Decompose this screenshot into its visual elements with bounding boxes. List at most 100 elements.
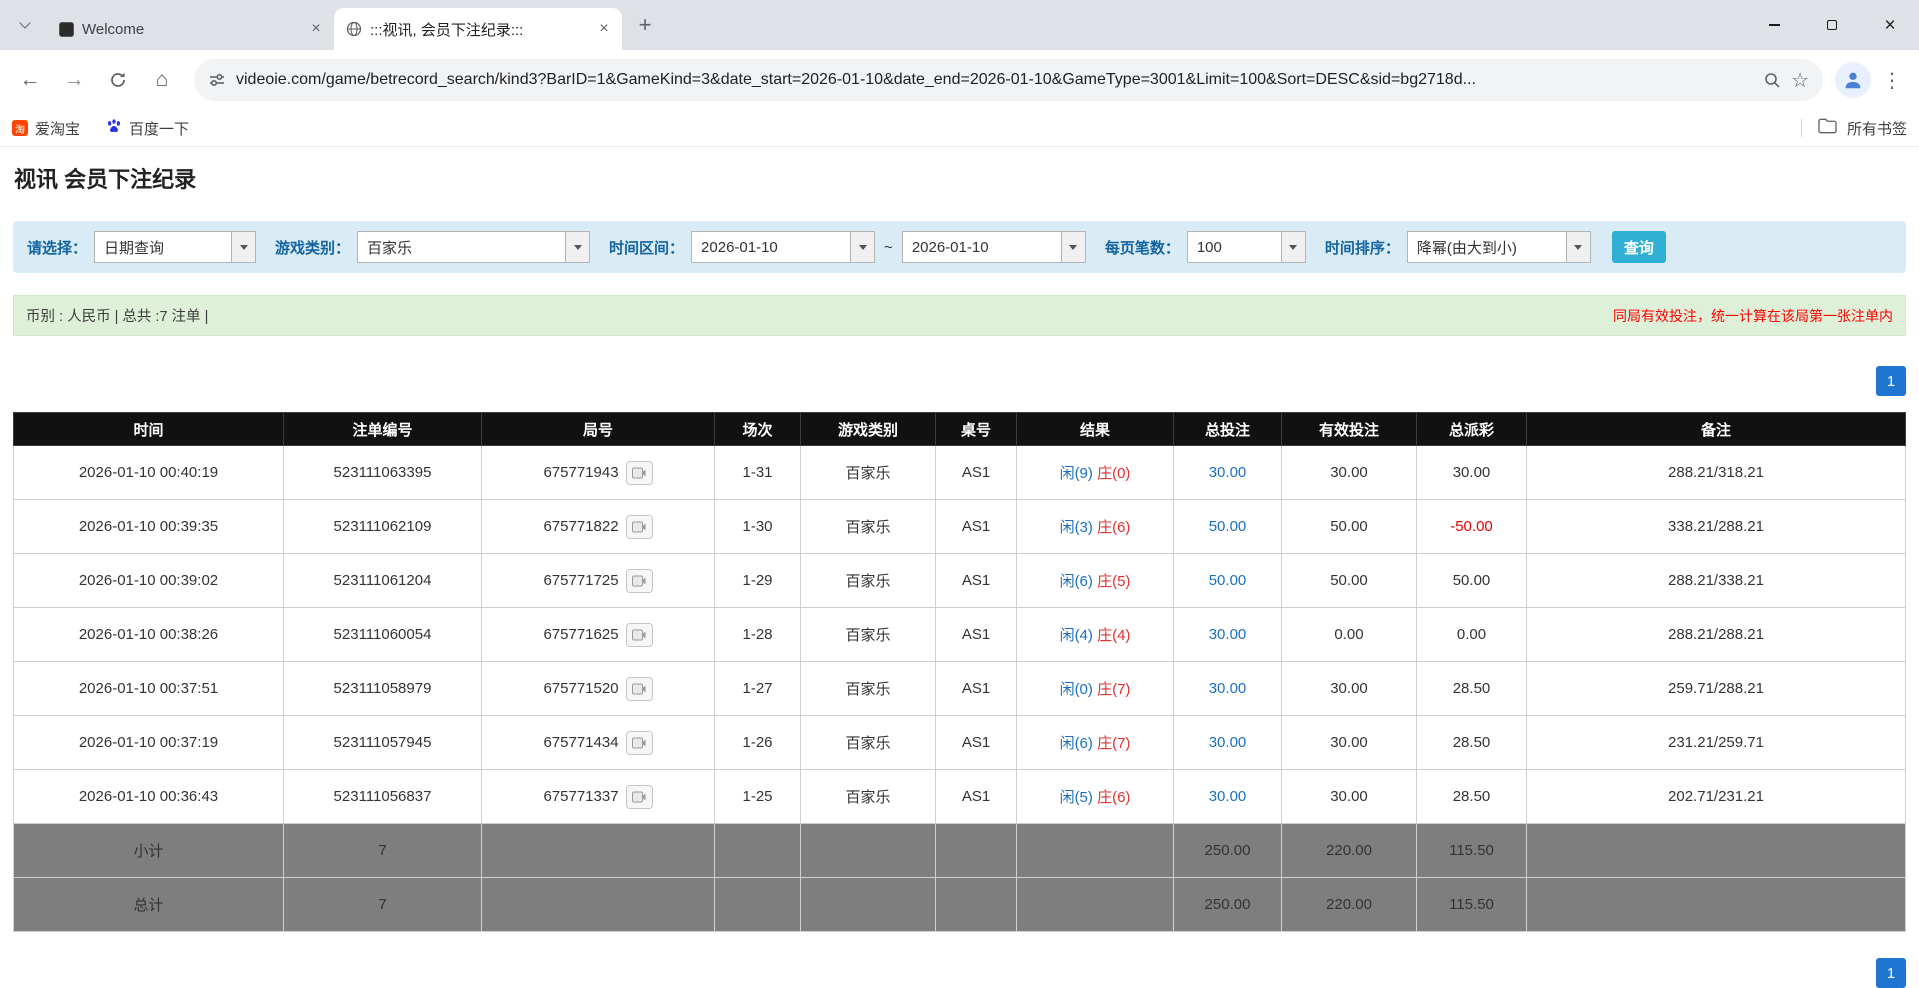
subtotal-count: 7 xyxy=(284,824,482,878)
dropdown-caret-button[interactable] xyxy=(231,232,255,262)
close-icon: × xyxy=(1884,16,1895,35)
page-1-button[interactable]: 1 xyxy=(1876,366,1906,396)
total-payout: 115.50 xyxy=(1417,878,1527,932)
dropdown-caret-button[interactable] xyxy=(1566,232,1590,262)
cell-total-bet[interactable]: 30.00 xyxy=(1174,608,1282,662)
site-settings-icon[interactable] xyxy=(208,71,226,89)
game-kind-label: 游戏类别： xyxy=(275,237,350,258)
replay-button[interactable] xyxy=(626,569,653,593)
page-1-button[interactable]: 1 xyxy=(1876,958,1906,988)
sort-dropdown[interactable]: 降幂(由大到小) xyxy=(1407,231,1591,263)
close-window-button[interactable]: × xyxy=(1861,0,1919,50)
dropdown-caret-button[interactable] xyxy=(565,232,589,262)
game-kind-dropdown[interactable]: 百家乐 xyxy=(357,231,590,263)
dropdown-caret-button[interactable] xyxy=(1061,232,1085,262)
film-icon xyxy=(632,629,646,641)
bookmark-star-icon[interactable]: ☆ xyxy=(1791,68,1809,93)
close-icon[interactable]: × xyxy=(306,19,326,39)
subtotal-label: 小计 xyxy=(14,824,284,878)
replay-button[interactable] xyxy=(626,623,653,647)
per-page-dropdown[interactable]: 100 xyxy=(1187,231,1306,263)
cell-note: 231.21/259.71 xyxy=(1527,716,1906,770)
total-valid-bet: 220.00 xyxy=(1282,878,1417,932)
film-icon xyxy=(632,575,646,587)
maximize-button[interactable] xyxy=(1803,0,1861,50)
caret-down-icon xyxy=(859,245,867,250)
cell-game: 百家乐 xyxy=(801,446,936,500)
cell-bet-id: 523111063395 xyxy=(284,446,482,500)
select-type-dropdown[interactable]: 日期查询 xyxy=(94,231,256,263)
tab-welcome[interactable]: Welcome × xyxy=(46,8,334,50)
home-button[interactable]: ⌂ xyxy=(142,60,182,100)
reload-icon xyxy=(108,70,128,90)
subtotal-row: 小计 7 250.00 220.00 115.50 xyxy=(14,824,1906,878)
col-header-valid-bet: 有效投注 xyxy=(1282,413,1417,446)
cell-session: 1-30 xyxy=(715,500,801,554)
date-start-input[interactable]: 2026-01-10 xyxy=(691,231,875,263)
caret-down-icon xyxy=(240,245,248,250)
address-bar[interactable]: videoie.com/game/betrecord_search/kind3?… xyxy=(194,59,1823,101)
search-button[interactable]: 查询 xyxy=(1612,231,1666,263)
replay-button[interactable] xyxy=(626,515,653,539)
empty-cell xyxy=(1527,824,1906,878)
tab-betrecord[interactable]: :::视讯, 会员下注纪录::: × xyxy=(334,8,622,50)
replay-button[interactable] xyxy=(626,785,653,809)
cell-session: 1-31 xyxy=(715,446,801,500)
cell-table: AS1 xyxy=(936,446,1017,500)
tab-search-button[interactable] xyxy=(8,8,42,42)
cell-result: 闲(5) 庄(6) xyxy=(1017,770,1174,824)
cell-total-bet[interactable]: 30.00 xyxy=(1174,716,1282,770)
subtotal-total-bet: 250.00 xyxy=(1174,824,1282,878)
cell-result: 闲(4) 庄(4) xyxy=(1017,608,1174,662)
dropdown-caret-button[interactable] xyxy=(850,232,874,262)
browser-menu-button[interactable]: ⋮ xyxy=(1875,63,1909,97)
cell-game: 百家乐 xyxy=(801,770,936,824)
bookmark-baidu[interactable]: 百度一下 xyxy=(106,118,189,139)
bookmark-aitaobao[interactable]: 淘 爱淘宝 xyxy=(12,118,80,139)
replay-button[interactable] xyxy=(626,461,653,485)
col-header-note: 备注 xyxy=(1527,413,1906,446)
close-icon[interactable]: × xyxy=(594,19,614,39)
zoom-icon[interactable] xyxy=(1763,71,1781,89)
cell-total-bet[interactable]: 50.00 xyxy=(1174,500,1282,554)
per-page-label: 每页笔数： xyxy=(1105,237,1180,258)
cell-payout: 28.50 xyxy=(1417,770,1527,824)
cell-total-bet[interactable]: 30.00 xyxy=(1174,446,1282,500)
url-text[interactable]: videoie.com/game/betrecord_search/kind3?… xyxy=(236,71,1753,89)
total-count: 7 xyxy=(284,878,482,932)
table-row: 2026-01-10 00:38:26523111060054675771625… xyxy=(14,608,1906,662)
forward-button[interactable]: → xyxy=(54,60,94,100)
total-total-bet: 250.00 xyxy=(1174,878,1282,932)
filter-bar: 请选择： 日期查询 游戏类别： 百家乐 时间区间： 2026-01-10 ~ 2… xyxy=(13,221,1906,273)
table-row: 2026-01-10 00:39:02523111061204675771725… xyxy=(14,554,1906,608)
new-tab-button[interactable]: + xyxy=(628,8,662,42)
total-label: 总计 xyxy=(14,878,284,932)
film-icon xyxy=(632,467,646,479)
minimize-button[interactable] xyxy=(1745,0,1803,50)
dropdown-caret-button[interactable] xyxy=(1281,232,1305,262)
total-row: 总计 7 250.00 220.00 115.50 xyxy=(14,878,1906,932)
cell-total-bet[interactable]: 30.00 xyxy=(1174,770,1282,824)
bookmark-label: 百度一下 xyxy=(129,118,189,139)
cell-total-bet[interactable]: 50.00 xyxy=(1174,554,1282,608)
empty-cell xyxy=(801,824,936,878)
chevron-down-icon xyxy=(19,17,30,28)
cell-game: 百家乐 xyxy=(801,716,936,770)
reload-button[interactable] xyxy=(98,60,138,100)
all-bookmarks-button[interactable]: 所有书签 xyxy=(1847,118,1907,139)
cell-result: 闲(3) 庄(6) xyxy=(1017,500,1174,554)
cell-session: 1-27 xyxy=(715,662,801,716)
replay-button[interactable] xyxy=(626,677,653,701)
date-end-input[interactable]: 2026-01-10 xyxy=(902,231,1086,263)
empty-cell xyxy=(715,878,801,932)
cell-session: 1-25 xyxy=(715,770,801,824)
empty-cell xyxy=(482,878,715,932)
table-row: 2026-01-10 00:37:51523111058979675771520… xyxy=(14,662,1906,716)
cell-total-bet[interactable]: 30.00 xyxy=(1174,662,1282,716)
cell-game: 百家乐 xyxy=(801,662,936,716)
empty-cell xyxy=(1527,878,1906,932)
replay-button[interactable] xyxy=(626,731,653,755)
back-button[interactable]: ← xyxy=(10,60,50,100)
folder-icon xyxy=(1818,118,1837,138)
profile-avatar[interactable] xyxy=(1835,62,1871,98)
